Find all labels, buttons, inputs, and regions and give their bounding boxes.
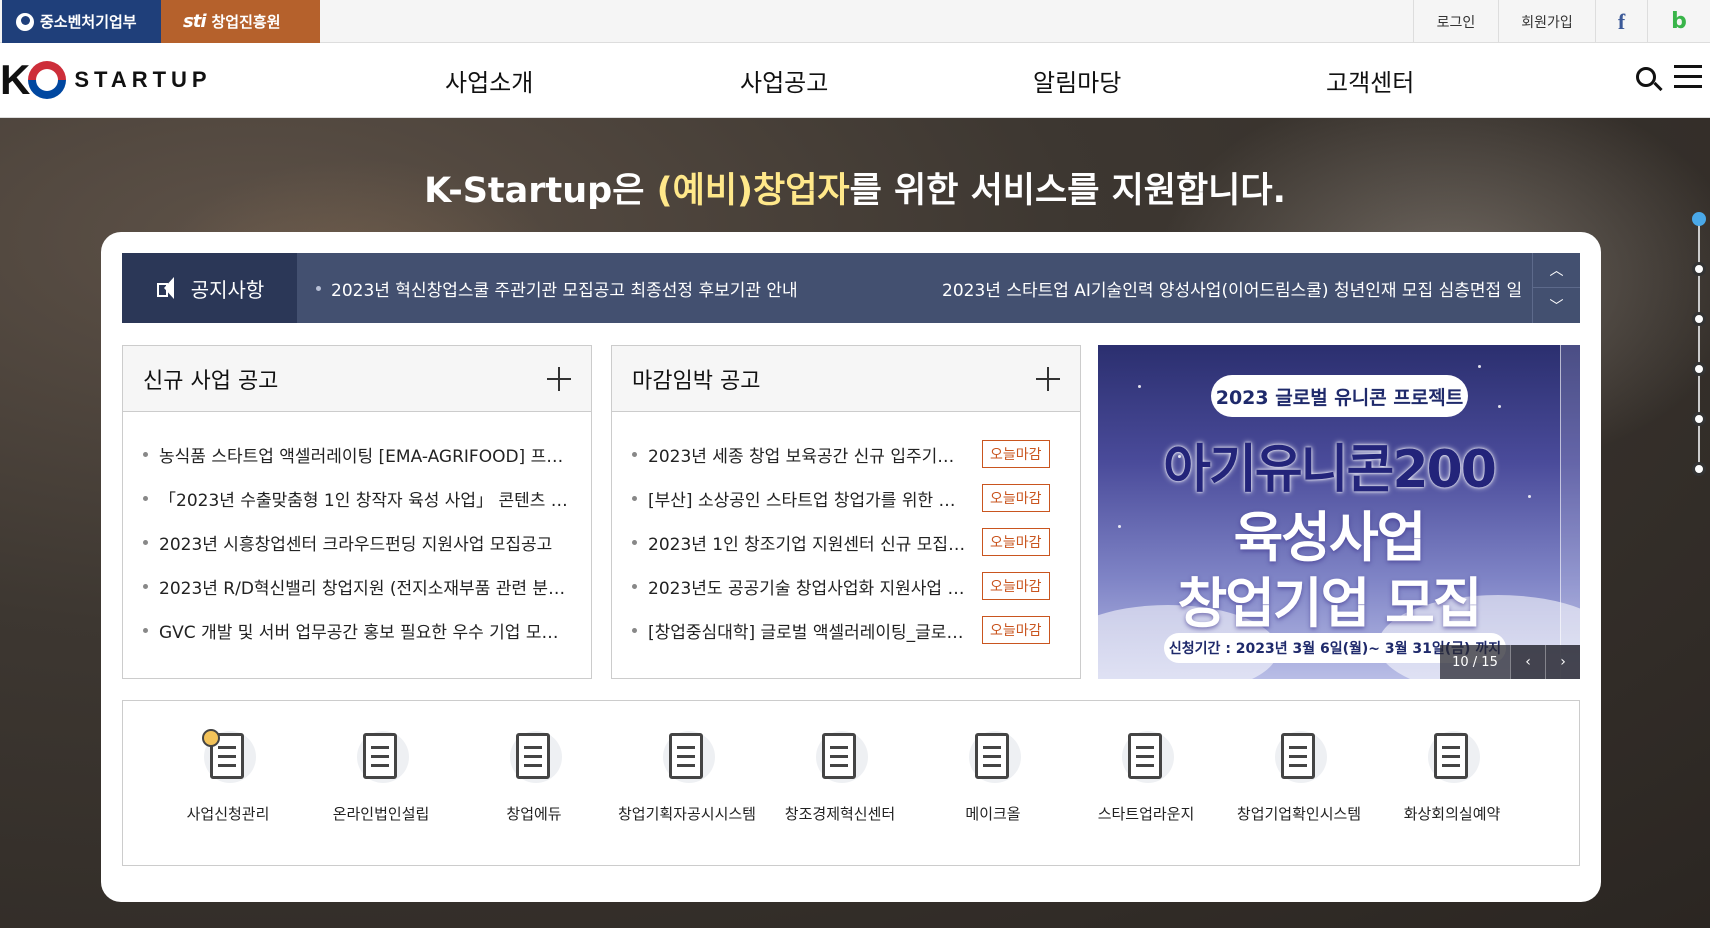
mss-label: 중소벤처기업부 (40, 13, 137, 31)
registration-doc-icon (349, 725, 413, 789)
chevron-right-icon[interactable]: › (1545, 645, 1580, 679)
notice-controls: ︿ ﹀ (1532, 253, 1580, 323)
notice-ticker: 공지사항 2023년 혁신창업스쿨 주관기관 모집공고 최종선정 후보기관 안내… (122, 253, 1580, 323)
list-item[interactable]: 2023년도 공공기술 창업사업화 지원사업 예비창업자 모집오늘마감 (632, 564, 1060, 608)
people-icon (1114, 725, 1178, 789)
certificate-icon (1267, 725, 1331, 789)
notice-label-text: 공지사항 (190, 277, 265, 302)
section-dot[interactable] (1692, 462, 1706, 476)
list-item[interactable]: 2023년 세종 창업 보육공간 신규 입주기업 모집 공고오늘마감 (632, 432, 1060, 476)
deadline-panel: 마감임박 공고 2023년 세종 창업 보육공간 신규 입주기업 모집 공고오늘… (611, 345, 1081, 679)
new-business-panel: 신규 사업 공고 농식품 스타트업 액셀러레이팅 [EMA-AGRIFOOD] … (122, 345, 592, 679)
section-dot[interactable] (1692, 212, 1706, 226)
list-item[interactable]: 농식품 스타트업 액셀러레이팅 [EMA-AGRIFOOD] 프로그램 참가기업… (143, 432, 571, 476)
hero-title-post: 를 위한 서비스를 지원합니다. (849, 171, 1286, 211)
section-dot[interactable] (1692, 362, 1706, 376)
hamburger-menu-icon[interactable] (1674, 65, 1702, 91)
banner-subline: 창업기업 모집 (1177, 572, 1483, 635)
list-item[interactable]: [창업중심대학] 글로벌 액셀러레이팅_글로벌 진출 프로그램오늘마감 (632, 608, 1060, 652)
mss-logo-icon (16, 12, 34, 31)
gear-icon (961, 725, 1025, 789)
search-icon[interactable] (1633, 63, 1667, 97)
new-business-title: 신규 사업 공고 (143, 368, 279, 394)
mss-link[interactable]: 중소벤처기업부 (2, 0, 161, 43)
join-link[interactable]: 회원가입 (1498, 0, 1595, 43)
quick-item-video-meeting[interactable]: 화상회의실예약 (1377, 725, 1527, 824)
quick-item-confirmation[interactable]: 창업기업확인시스템 (1224, 725, 1374, 824)
chevron-down-icon[interactable]: ﹀ (1533, 288, 1580, 323)
plus-icon[interactable] (547, 367, 571, 391)
section-dot[interactable] (1692, 262, 1706, 276)
quick-item-ccei[interactable]: 창조경제혁신센터 (765, 725, 915, 824)
speaker-icon (155, 276, 181, 300)
site-header: K STARTUP 사업소개 사업공고 알림마당 고객센터 (0, 43, 1710, 118)
kised-link[interactable]: sti 창업진흥원 (161, 0, 320, 43)
deadline-badge: 오늘마감 (982, 484, 1050, 512)
top-utility-bar: 중소벤처기업부 sti 창업진흥원 로그인 회원가입 f b (0, 0, 1710, 43)
login-link[interactable]: 로그인 (1413, 0, 1498, 43)
banner-pill: 2023 글로벌 유니콘 프로젝트 (1211, 375, 1468, 417)
kised-label: 창업진흥원 (211, 13, 281, 31)
hero-title-highlight: (예비)창업자 (656, 171, 850, 211)
promo-banner[interactable]: 2023 글로벌 유니콘 프로젝트 아기유니콘200 육성사업 창업기업 모집 … (1098, 345, 1580, 679)
banner-counter: 10 / 15 (1440, 645, 1510, 679)
notice-label[interactable]: 공지사항 (122, 253, 297, 323)
quick-item-disclosure[interactable]: 창업기획자공시시스템 (612, 725, 762, 824)
checklist-icon (196, 725, 260, 789)
deadline-title: 마감임박 공고 (632, 368, 761, 394)
chevron-left-icon[interactable]: ‹ (1510, 645, 1545, 679)
hero-title-pre: K-Startup은 (424, 171, 657, 211)
disclosure-board-icon (655, 725, 719, 789)
plus-icon[interactable] (1036, 367, 1060, 391)
section-dot[interactable] (1692, 412, 1706, 426)
list-item[interactable]: 2023년 1인 창조기업 지원센터 신규 모집 공고 오늘마감 (632, 520, 1060, 564)
open-book-icon (502, 725, 566, 789)
quick-item-edu[interactable]: 창업에듀 (459, 725, 609, 824)
deadline-badge: 오늘마감 (982, 616, 1050, 644)
quick-item-makeall[interactable]: 메이크올 (918, 725, 1068, 824)
list-item[interactable]: GVC 개발 및 서버 업무공간 홍보 필요한 우수 기업 모집 공고 (143, 608, 571, 652)
banner-headline: 아기유니콘200 (1163, 440, 1497, 500)
kised-logo-icon: sti (183, 11, 206, 32)
video-meeting-icon (1420, 725, 1484, 789)
building-icon (808, 725, 872, 789)
blog-icon[interactable]: b (1647, 0, 1710, 43)
nav-business-intro[interactable]: 사업소개 (445, 43, 533, 118)
nav-business-announcement[interactable]: 사업공고 (740, 43, 828, 118)
quick-menu: 사업신청관리 온라인법인설립 창업에듀 창업기획자공시시스템 창조경제혁신센터 … (122, 700, 1580, 866)
nav-notice-board[interactable]: 알림마당 (1033, 43, 1121, 118)
nav-customer-center[interactable]: 고객센터 (1326, 43, 1414, 118)
facebook-icon[interactable]: f (1595, 0, 1647, 43)
deadline-badge: 오늘마감 (982, 572, 1050, 600)
section-dot[interactable] (1692, 312, 1706, 326)
notice-item[interactable]: 2023년 스타트업 AI기술인력 양성사업(이어드림스쿨) 청년인재 모집 심… (932, 253, 1522, 323)
quick-item-application[interactable]: 사업신청관리 (153, 725, 303, 824)
logo-k: K (0, 56, 31, 103)
deadline-badge: 오늘마감 (982, 440, 1050, 468)
kstartup-logo[interactable]: K STARTUP (0, 55, 212, 105)
quick-item-incorporation[interactable]: 온라인법인설립 (306, 725, 456, 824)
list-item[interactable]: 「2023년 수출맞춤형 1인 창작자 육성 사업」 콘텐츠 크리에이터 모집 (143, 476, 571, 520)
quick-item-lounge[interactable]: 스타트업라운지 (1071, 725, 1221, 824)
hero-title: K-Startup은 (예비)창업자를 위한 서비스를 지원합니다. (0, 162, 1710, 213)
deadline-badge: 오늘마감 (982, 528, 1050, 556)
section-indicator (1690, 212, 1706, 482)
notice-item[interactable]: 2023년 혁신창업스쿨 주관기관 모집공고 최종선정 후보기관 안내 (316, 253, 876, 323)
list-item[interactable]: 2023년 시흥창업센터 크라우드펀딩 지원사업 모집공고 (143, 520, 571, 564)
logo-word: STARTUP (74, 67, 212, 92)
list-item[interactable]: [부산] 소상공인 스타트업 창업가를 위한 네트워킹 지원오늘마감 (632, 476, 1060, 520)
list-item[interactable]: 2023년 R/D혁신밸리 창업지원 (전지소재부품 관련 분야) 모집공고 (143, 564, 571, 608)
taegeuk-icon (28, 61, 67, 99)
banner-controls: 10 / 15 ‹ › (1440, 645, 1580, 679)
chevron-up-icon[interactable]: ︿ (1533, 253, 1580, 288)
